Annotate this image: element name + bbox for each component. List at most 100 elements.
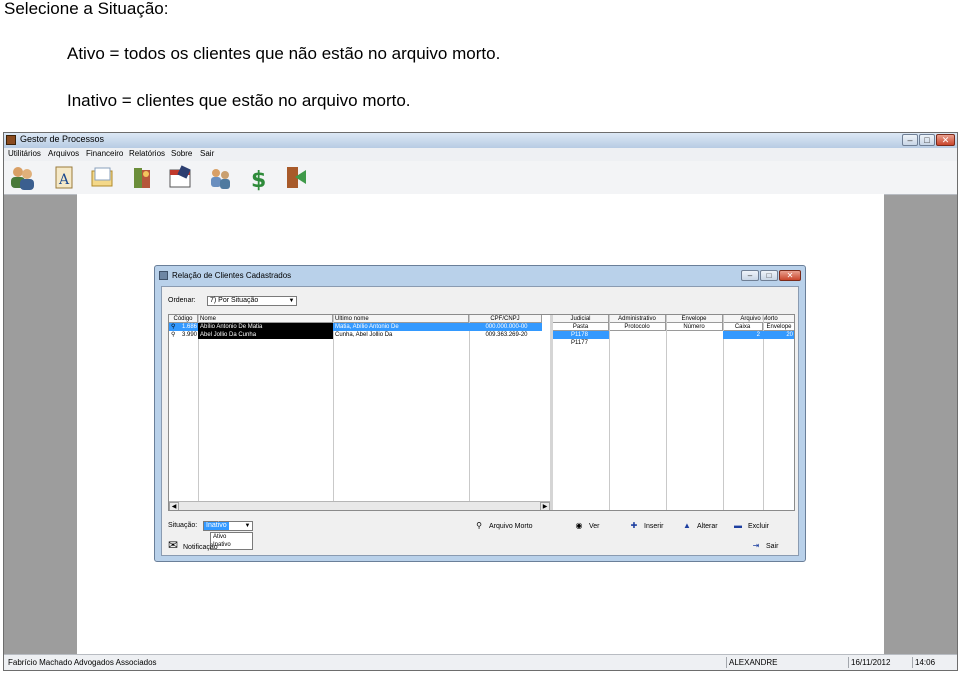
status-date: 16/11/2012 bbox=[848, 657, 912, 668]
status-user: ALEXANDRE bbox=[726, 657, 848, 668]
scroll-right-icon[interactable]: ▶ bbox=[540, 502, 550, 510]
col-ultimo-nome[interactable]: Último nome bbox=[333, 315, 469, 323]
row1-codigo[interactable]: ⚲ 1.686 bbox=[169, 323, 198, 331]
col-caixa: Caixa bbox=[723, 323, 763, 331]
col-judicial[interactable]: Judicial bbox=[553, 315, 609, 323]
ordenar-select[interactable]: 7) Por Situação ▼ bbox=[207, 296, 297, 306]
clients-icon[interactable] bbox=[8, 164, 36, 191]
svg-text:A: A bbox=[58, 172, 70, 188]
menu-relatorios[interactable]: Relatórios bbox=[129, 149, 165, 158]
grid-line bbox=[333, 315, 334, 501]
ordenar-value: 7) Por Situação bbox=[210, 297, 259, 304]
app-logo-icon bbox=[6, 135, 16, 145]
col-envelope[interactable]: Envelope bbox=[666, 315, 723, 323]
row1-nome[interactable]: Abílio Antonio De Matia bbox=[198, 323, 333, 331]
horizontal-scrollbar[interactable]: ◀ ▶ bbox=[169, 501, 550, 510]
grid-line bbox=[469, 315, 470, 501]
status-company: Fabrício Machado Advogados Associados bbox=[8, 658, 157, 667]
users-icon[interactable] bbox=[206, 164, 234, 191]
app-title: Gestor de Processos bbox=[20, 134, 105, 144]
app-titlebar: Gestor de Processos – □ ✕ bbox=[4, 133, 957, 149]
svg-text:$: $ bbox=[251, 168, 266, 191]
col-administrativo[interactable]: Administrativo bbox=[609, 315, 666, 323]
menu-arquivos[interactable]: Arquivos bbox=[48, 149, 79, 158]
plus-icon: ✚ bbox=[630, 521, 638, 530]
row1-cpf[interactable]: 000.000.000-00 bbox=[469, 323, 542, 331]
minus-icon: ▬ bbox=[734, 521, 742, 530]
col-numero: Número bbox=[666, 323, 723, 331]
dialog-body: Ordenar: 7) Por Situação ▼ Código Nome Ú… bbox=[161, 286, 799, 556]
inativo-description: Inativo = clientes que estão no arquivo … bbox=[67, 91, 411, 110]
maximize-button[interactable]: □ bbox=[919, 134, 935, 146]
row1-envelope[interactable]: 20 bbox=[763, 331, 794, 339]
pasta-item[interactable]: P1177 bbox=[553, 339, 609, 347]
calendar-icon[interactable] bbox=[166, 164, 194, 191]
chevron-down-icon[interactable]: ▼ bbox=[243, 522, 252, 530]
toolbar: A $ bbox=[4, 161, 957, 195]
col-protocolo: Protocolo bbox=[609, 323, 666, 331]
row2-nome[interactable]: Abel Jollio Da Cunha bbox=[198, 331, 333, 339]
arquivo-morto-button[interactable]: ⚲ Arquivo Morto bbox=[474, 520, 533, 531]
col-pasta: Pasta bbox=[553, 323, 609, 331]
grid-line bbox=[723, 315, 724, 510]
triangle-icon: ▲ bbox=[683, 521, 691, 530]
row1-ultimo-nome[interactable]: Matia, Abílio Antonio De bbox=[333, 323, 469, 331]
notification-icon: ✉ bbox=[168, 538, 179, 552]
dialog-close-button[interactable]: ✕ bbox=[779, 270, 801, 281]
alterar-button[interactable]: ▲ Alterar bbox=[682, 520, 718, 531]
grid-line bbox=[198, 315, 199, 501]
row2-codigo[interactable]: ⚲ 3.990 bbox=[169, 331, 198, 339]
menu-bar: Utilitários Arquivos Financeiro Relatóri… bbox=[4, 148, 957, 162]
menu-sobre[interactable]: Sobre bbox=[171, 149, 192, 158]
dialog-title: Relação de Clientes Cadastrados bbox=[172, 271, 292, 280]
pane-divider[interactable] bbox=[550, 315, 553, 510]
situacao-select[interactable]: Inativo ▼ bbox=[203, 521, 253, 531]
ver-button[interactable]: ◉ Ver bbox=[574, 520, 600, 531]
documents-icon[interactable]: A bbox=[50, 164, 78, 191]
minimize-button[interactable]: – bbox=[902, 134, 918, 146]
grid-line bbox=[666, 315, 667, 510]
row2-cpf[interactable]: 009.363.269-20 bbox=[469, 331, 542, 339]
pasta-item[interactable]: P1178 bbox=[553, 331, 609, 339]
col-envelope-2: Envelope bbox=[763, 323, 794, 331]
ativo-description: Ativo = todos os clientes que não estão … bbox=[67, 44, 501, 63]
sair-button[interactable]: ⇥ Sair bbox=[751, 540, 779, 551]
scroll-left-icon[interactable]: ◀ bbox=[169, 502, 179, 510]
archive-icon: ⚲ bbox=[476, 521, 482, 530]
menu-sair[interactable]: Sair bbox=[200, 149, 214, 158]
grid-line bbox=[763, 315, 764, 510]
chevron-down-icon[interactable]: ▼ bbox=[287, 297, 296, 305]
col-arquivo-morto[interactable]: Arquivo Morto bbox=[723, 315, 794, 323]
dialog-minimize-button[interactable]: – bbox=[741, 270, 759, 281]
clients-dialog: Relação de Clientes Cadastrados – □ ✕ Or… bbox=[154, 265, 806, 562]
folders-icon[interactable] bbox=[88, 164, 116, 191]
exit-icon: ⇥ bbox=[752, 541, 760, 550]
col-codigo[interactable]: Código bbox=[169, 315, 198, 323]
ordenar-label: Ordenar: bbox=[168, 297, 196, 304]
situacao-label: Situação: bbox=[168, 522, 198, 529]
menu-utilitarios[interactable]: Utilitários bbox=[8, 149, 41, 158]
status-bar: Fabrício Machado Advogados Associados AL… bbox=[4, 654, 957, 670]
dialog-maximize-button[interactable]: □ bbox=[760, 270, 778, 281]
person-icon: ⚲ bbox=[171, 332, 176, 338]
grid-line bbox=[609, 315, 610, 510]
person-icon: ⚲ bbox=[171, 324, 176, 330]
col-cpf[interactable]: CPF/CNPJ bbox=[469, 315, 542, 323]
dialog-icon bbox=[159, 271, 168, 280]
books-icon[interactable] bbox=[128, 164, 156, 191]
notificacao-button[interactable]: ✉ Notificação bbox=[168, 538, 218, 552]
page-heading: Selecione a Situação: bbox=[4, 0, 169, 18]
close-button[interactable]: ✕ bbox=[936, 134, 955, 146]
money-icon[interactable]: $ bbox=[244, 164, 272, 191]
col-nome[interactable]: Nome bbox=[198, 315, 333, 323]
row2-ultimo-nome[interactable]: Cunha, Abel Jollio Da bbox=[333, 331, 469, 339]
exit-icon[interactable] bbox=[282, 164, 310, 191]
eye-icon: ◉ bbox=[575, 521, 583, 530]
menu-financeiro[interactable]: Financeiro bbox=[86, 149, 123, 158]
inserir-button[interactable]: ✚ Inserir bbox=[629, 520, 664, 531]
clients-grid: Código Nome Último nome CPF/CNPJ Judicia… bbox=[168, 314, 795, 511]
row1-caixa[interactable]: 2 bbox=[723, 331, 763, 339]
situacao-value: Inativo bbox=[204, 522, 229, 530]
excluir-button[interactable]: ▬ Excluir bbox=[733, 520, 769, 531]
status-time: 14:06 bbox=[912, 657, 956, 668]
